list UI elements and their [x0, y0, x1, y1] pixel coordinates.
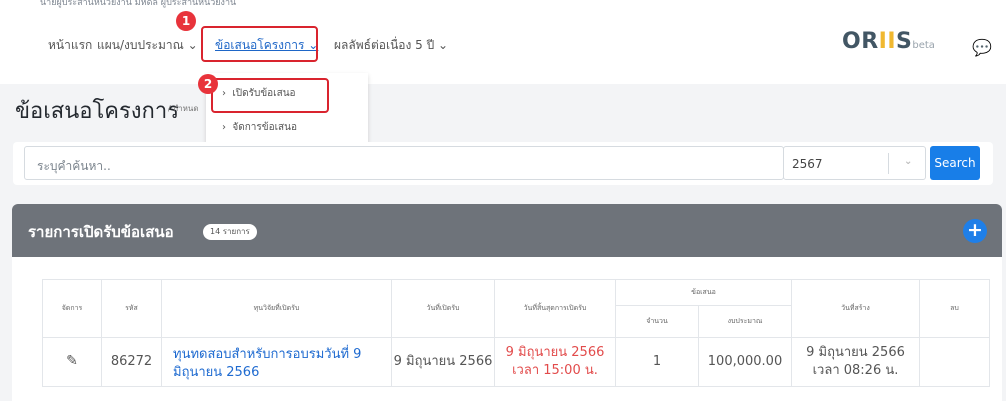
col-count: จำนวน: [615, 305, 699, 338]
col-proposal-group: ข้อเสนอ: [615, 279, 792, 306]
page-title: ข้อเสนอโครงการ: [15, 99, 180, 124]
year-select[interactable]: 2567 ⌄: [783, 146, 926, 180]
row-fund-link[interactable]: ทุนทดสอบสำหรับการอบรมวันที่ 9 มิถุนายน 2…: [161, 336, 392, 388]
logo-text-end: S: [896, 29, 913, 54]
logo-accent: II: [878, 29, 897, 54]
nav-plan-budget[interactable]: แผน/งบประมาณ ⌄: [97, 36, 198, 55]
search-placeholder: ระบุคำค้นหา..: [37, 159, 111, 173]
search-card: ระบุคำค้นหา.. 2567 ⌄ Search: [13, 142, 993, 185]
row-delete[interactable]: [919, 336, 990, 388]
proposal-list-panel: รายการเปิดรับข้อเสนอ 14 รายการ + จัดการ …: [12, 204, 1002, 401]
row-code: 86272: [101, 336, 162, 388]
table-row: ✎ 86272 ทุนทดสอบสำหรับการอบรมวันที่ 9 มิ…: [42, 336, 990, 388]
col-open-date: วันที่เปิดรับ: [391, 279, 495, 338]
logo-beta: beta: [912, 40, 935, 51]
row-budget: 100,000.00: [698, 336, 792, 388]
logo-text: OR: [842, 29, 879, 54]
col-code: รหัส: [101, 279, 162, 338]
panel-title: รายการเปิดรับข้อเสนอ: [28, 223, 174, 241]
breadcrumb: / กำหนด: [168, 104, 199, 113]
chevron-down-icon: ⌄: [904, 156, 913, 167]
step1-highlight: [201, 26, 318, 62]
step2-number: 2: [198, 74, 218, 94]
year-value: 2567: [792, 157, 823, 171]
search-button[interactable]: Search: [930, 146, 980, 180]
count-badge: 14 รายการ: [203, 224, 257, 240]
proposal-table: จัดการ รหัส ทุนวิจัยที่เปิดรับ วันที่เปิ…: [42, 279, 990, 388]
col-delete: ลบ: [919, 279, 990, 338]
main-navbar: หน้าแรก แผน/งบประมาณ ⌄ ข้อเสนอโครงการ ⌄ …: [0, 8, 1006, 84]
topbar: นายผู้ประสานหน่วยงาน มหิดล ผู้ประสานหน่ว…: [0, 0, 1006, 8]
row-close-date: 9 มิถุนายน 2566 เวลา 15:00 น.: [494, 336, 616, 388]
search-input[interactable]: ระบุคำค้นหา..: [24, 146, 784, 180]
edit-icon[interactable]: ✎: [42, 336, 102, 388]
chat-icon[interactable]: 💬: [972, 38, 992, 57]
col-budget: งบประมาณ: [698, 305, 792, 338]
step2-highlight: [211, 78, 329, 113]
row-open-date: 9 มิถุนายน 2566: [391, 336, 495, 388]
step1-number: 1: [176, 11, 196, 31]
col-created: วันที่สร้าง: [791, 279, 920, 338]
col-fund: ทุนวิจัยที่เปิดรับ: [161, 279, 392, 338]
col-manage: จัดการ: [42, 279, 102, 338]
add-icon[interactable]: +: [963, 219, 987, 243]
row-count: 1: [615, 336, 699, 388]
col-close-date: วันที่สิ้นสุดการเปิดรับ: [494, 279, 616, 338]
menu-manage-proposal-label: จัดการข้อเสนอ: [232, 122, 297, 133]
nav-home[interactable]: หน้าแรก: [48, 36, 92, 55]
nav-continuous-results[interactable]: ผลลัพธ์ต่อเนื่อง 5 ปี ⌄: [334, 36, 448, 55]
row-created: 9 มิถุนายน 2566 เวลา 08:26 น.: [791, 336, 920, 388]
orris-logo: ORIISbeta: [842, 29, 935, 54]
panel-header: รายการเปิดรับข้อเสนอ 14 รายการ +: [12, 204, 1002, 257]
menu-manage-proposal[interactable]: › จัดการข้อเสนอ: [222, 120, 297, 135]
